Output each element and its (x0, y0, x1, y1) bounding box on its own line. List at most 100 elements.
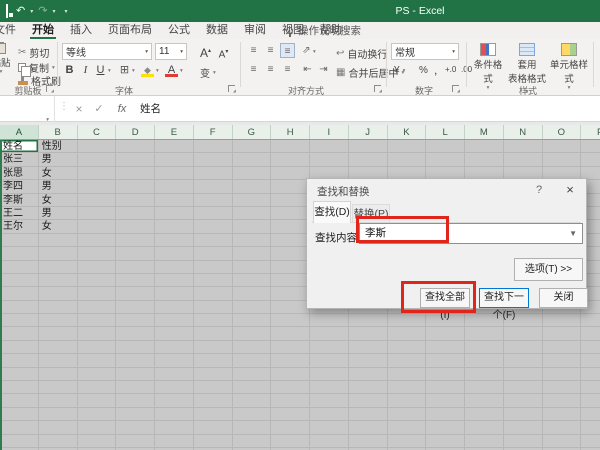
grid-cell[interactable] (543, 140, 582, 153)
undo-caret-icon[interactable]: ▾ (29, 8, 34, 15)
grid-cell[interactable] (116, 394, 155, 407)
grid-cell[interactable] (194, 153, 233, 166)
align-center-button[interactable]: ≡ (263, 62, 278, 77)
grid-cell[interactable] (310, 341, 349, 354)
grid-cell[interactable] (465, 381, 504, 394)
grid-cell[interactable] (39, 247, 78, 260)
grid-cell[interactable] (0, 408, 39, 421)
grid-cell[interactable] (271, 167, 310, 180)
grid-cell[interactable] (310, 408, 349, 421)
grid-cell[interactable] (155, 341, 194, 354)
grid-cell[interactable] (194, 180, 233, 193)
align-left-button[interactable]: ≡ (246, 62, 261, 77)
grid-cell[interactable] (78, 287, 117, 300)
selected-cell-A1[interactable]: 姓名 (0, 140, 39, 153)
grid-cell[interactable] (581, 394, 600, 407)
paste-button[interactable]: 粘贴 ▾ (0, 41, 16, 75)
grid-cell[interactable] (194, 207, 233, 220)
grid-cell[interactable] (271, 274, 310, 287)
decrease-indent-button[interactable]: ⇤ (300, 62, 315, 77)
grid-cell[interactable] (310, 381, 349, 394)
grid-cell[interactable] (78, 207, 117, 220)
grid-cell[interactable] (233, 247, 272, 260)
grid-cell[interactable] (388, 153, 427, 166)
grid-cell[interactable] (78, 327, 117, 340)
grid-cell[interactable] (39, 327, 78, 340)
options-button[interactable]: 选项(T) >> (514, 258, 583, 281)
grid-cell[interactable] (233, 234, 272, 247)
grid-cell[interactable] (194, 301, 233, 314)
grid-cell[interactable] (155, 194, 194, 207)
grid-cell[interactable]: 性别 (39, 140, 78, 153)
grid-cell[interactable] (581, 381, 600, 394)
grid-cell[interactable]: 李斯 (0, 194, 39, 207)
column-header-P[interactable]: P (581, 125, 600, 140)
grid-cell[interactable] (194, 368, 233, 381)
grid-cell[interactable] (388, 381, 427, 394)
grid-cell[interactable] (233, 394, 272, 407)
column-header-H[interactable]: H (271, 125, 310, 140)
wrap-text-button[interactable]: ↩ 自动换行 (336, 46, 387, 61)
column-header-B[interactable]: B (39, 125, 78, 140)
grid-cell[interactable] (233, 220, 272, 233)
grid-cell[interactable] (543, 153, 582, 166)
grid-cell[interactable] (271, 207, 310, 220)
grid-cell[interactable] (78, 180, 117, 193)
grid-cell[interactable] (194, 314, 233, 327)
grid-cell[interactable] (233, 381, 272, 394)
grid-cell[interactable] (116, 194, 155, 207)
grid-cell[interactable] (581, 341, 600, 354)
grid-cell[interactable] (504, 368, 543, 381)
grid-cell[interactable] (0, 301, 39, 314)
grid-cell[interactable] (78, 167, 117, 180)
grid-cell[interactable] (349, 140, 388, 153)
grid-cell[interactable] (0, 354, 39, 367)
grid-cell[interactable] (426, 394, 465, 407)
grid-cell[interactable] (426, 341, 465, 354)
align-bottom-button[interactable]: ≡ (280, 43, 295, 58)
grid-cell[interactable] (233, 314, 272, 327)
grid-cell[interactable] (504, 327, 543, 340)
column-header-N[interactable]: N (504, 125, 543, 140)
borders-caret-icon[interactable]: ▾ (132, 68, 135, 74)
grid-cell[interactable] (310, 327, 349, 340)
grid-cell[interactable] (271, 194, 310, 207)
grid-cell[interactable] (310, 368, 349, 381)
grid-cell[interactable] (78, 354, 117, 367)
grid-cell[interactable] (116, 381, 155, 394)
grid-cell[interactable] (39, 408, 78, 421)
clipboard-launcher-icon[interactable] (46, 85, 53, 92)
grid-cell[interactable] (39, 234, 78, 247)
grid-cell[interactable] (0, 314, 39, 327)
grid-cell[interactable] (271, 314, 310, 327)
column-header-O[interactable]: O (543, 125, 582, 140)
grid-cell[interactable] (465, 341, 504, 354)
grid-cell[interactable] (0, 327, 39, 340)
grid-cell[interactable] (504, 435, 543, 448)
ribbon-tab-2[interactable]: 插入 (62, 22, 100, 39)
grid-cell[interactable] (271, 354, 310, 367)
grid-cell[interactable] (194, 327, 233, 340)
grid-cell[interactable] (0, 234, 39, 247)
grid-cell[interactable] (465, 327, 504, 340)
column-header-J[interactable]: J (349, 125, 388, 140)
grid-cell[interactable] (39, 421, 78, 434)
grid-cell[interactable] (194, 140, 233, 153)
ribbon-tab-3[interactable]: 页面布局 (100, 22, 160, 39)
insert-function-icon[interactable]: fx (112, 96, 132, 122)
grid-cell[interactable] (388, 314, 427, 327)
grid-cell[interactable] (116, 314, 155, 327)
grid-cell[interactable] (233, 341, 272, 354)
grid-cell[interactable] (39, 381, 78, 394)
grid-cell[interactable] (0, 274, 39, 287)
grid-cell[interactable] (310, 435, 349, 448)
grid-cell[interactable] (504, 140, 543, 153)
grid-cell[interactable] (0, 394, 39, 407)
grid-cell[interactable] (155, 435, 194, 448)
grid-cell[interactable] (116, 140, 155, 153)
grid-cell[interactable] (233, 368, 272, 381)
font-name-select[interactable]: 等线▾ (62, 43, 152, 60)
grid-cell[interactable] (233, 354, 272, 367)
column-header-C[interactable]: C (78, 125, 117, 140)
column-header-K[interactable]: K (388, 125, 427, 140)
